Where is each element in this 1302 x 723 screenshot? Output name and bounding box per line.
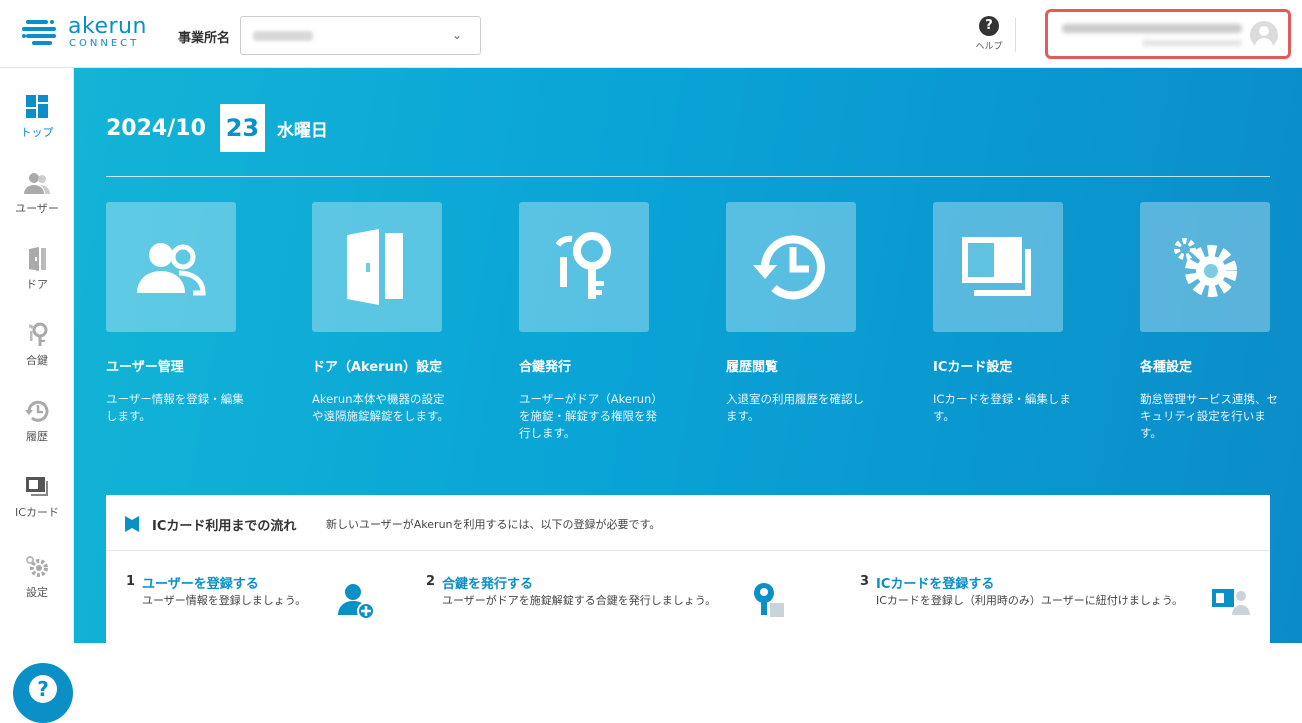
logo-word: akerun (68, 14, 147, 39)
sidebar-item-label: トップ (20, 126, 54, 139)
tile-description: ICカードを登録・編集します。 (933, 392, 1071, 423)
card-icon (962, 237, 1031, 296)
top-header: akerun CONNECT 事業所名 ⌄ ? ヘルプ (0, 0, 1302, 68)
tile-key-issue[interactable]: 合鍵発行 ユーザーがドア（Akerun）を施錠・解錠する権限を発行します。 (519, 202, 657, 442)
sidebar: トップ ユーザー ドア 合鍵 履歴 ICカード 設定 ? (0, 68, 74, 723)
office-value-redacted (253, 31, 313, 41)
dashboard-icon (23, 94, 51, 120)
floating-help-button[interactable]: ? (13, 663, 73, 723)
tile-title: ドア（Akerun）設定 (312, 360, 443, 375)
iccard-flow-card: ICカード利用までの流れ 新しいユーザーがAkerunを利用するには、以下の登録… (106, 495, 1270, 643)
flow-title: ICカード利用までの流れ (152, 519, 297, 534)
card-user-icon (1212, 589, 1250, 615)
tile-title: 履歴閲覧 (726, 360, 779, 375)
sidebar-item-door[interactable]: ドア (0, 246, 74, 306)
step-link-register-user[interactable]: ユーザーを登録する (142, 573, 259, 592)
date-day: 23 (219, 104, 265, 152)
door-icon (347, 229, 403, 305)
key-icon (23, 322, 51, 348)
step-number: 1 (126, 574, 136, 589)
user-menu[interactable] (1045, 9, 1291, 59)
sidebar-item-users[interactable]: ユーザー (0, 170, 74, 230)
add-user-icon (338, 584, 375, 620)
sidebar-item-key[interactable]: 合鍵 (0, 322, 74, 382)
user-name-redacted (1062, 24, 1242, 33)
user-sub-redacted (1142, 40, 1242, 46)
step-link-issue-key[interactable]: 合鍵を発行する (442, 573, 533, 592)
tile-icon-box (726, 202, 856, 332)
akerun-logo[interactable]: akerun CONNECT (22, 14, 146, 54)
door-icon (23, 246, 51, 272)
sidebar-item-label: ドア (26, 278, 48, 291)
tile-description: 勤怠管理サービス連携、セキュリティ設定を行います。 (1140, 392, 1278, 440)
header-divider (1015, 18, 1016, 52)
tile-settings[interactable]: 各種設定 勤怠管理サービス連携、セキュリティ設定を行います。 (1140, 202, 1278, 442)
settings-icon (1174, 238, 1237, 297)
tile-title: ユーザー管理 (106, 360, 184, 375)
sidebar-item-iccard[interactable]: ICカード (0, 474, 74, 534)
akerun-logo-mark-icon (22, 20, 56, 45)
step-text: ユーザー情報を登録しましょう。 (142, 594, 307, 607)
sidebar-item-top[interactable]: トップ (0, 94, 74, 154)
flow-subtitle: 新しいユーザーがAkerunを利用するには、以下の登録が必要です。 (326, 518, 661, 531)
sidebar-item-label: 設定 (26, 586, 48, 599)
office-select[interactable]: ⌄ (240, 16, 481, 55)
card-icon (23, 474, 51, 500)
step-link-register-iccard[interactable]: ICカードを登録する (876, 573, 994, 592)
tile-icon-box (1140, 202, 1270, 332)
help-label: ヘルプ (975, 42, 1003, 52)
settings-icon (23, 554, 51, 580)
chevron-down-icon: ⌄ (451, 28, 462, 42)
tile-icon-box (312, 202, 442, 332)
logo-sub: CONNECT (69, 38, 140, 49)
sidebar-item-label: ユーザー (15, 202, 59, 215)
step-number: 3 (860, 574, 870, 589)
tile-history[interactable]: 履歴閲覧 入退室の利用履歴を確認します。 (726, 202, 864, 425)
sidebar-item-history[interactable]: 履歴 (0, 398, 74, 458)
help-icon: ? (29, 675, 57, 703)
avatar (1250, 21, 1278, 49)
tile-description: 入退室の利用履歴を確認します。 (726, 392, 864, 423)
tile-icon-box (106, 202, 236, 332)
tile-user-management[interactable]: ユーザー管理 ユーザー情報を登録・編集します。 (106, 202, 244, 425)
tile-icon-box (519, 202, 649, 332)
tile-iccard-settings[interactable]: ICカード設定 ICカードを登録・編集します。 (933, 202, 1071, 425)
hero-divider (106, 176, 1270, 177)
tile-description: ユーザー情報を登録・編集します。 (106, 392, 244, 423)
tile-title: 各種設定 (1140, 360, 1193, 375)
flow-step: 2 合鍵を発行する ユーザーがドアを施錠解錠する合鍵を発行しましょう。 (426, 573, 846, 633)
date-year-month: 2024/10 (106, 115, 206, 141)
dashboard-hero: 2024/10 23 水曜日 ユーザー管理 ユーザー情報を登録・編集します。 ド… (74, 68, 1302, 643)
sidebar-item-label: 履歴 (26, 430, 48, 443)
key-card-icon (754, 583, 784, 617)
bookmark-icon (125, 516, 139, 532)
tile-title: 合鍵発行 (519, 360, 572, 375)
flow-card-header: ICカード利用までの流れ 新しいユーザーがAkerunを利用するには、以下の登録… (106, 495, 1270, 551)
step-text: ユーザーがドアを施錠解錠する合鍵を発行しましょう。 (442, 594, 717, 607)
date-weekday: 水曜日 (276, 120, 328, 141)
office-label: 事業所名 (178, 31, 231, 46)
tile-title: ICカード設定 (933, 360, 1013, 375)
history-icon (23, 398, 51, 424)
tile-description: Akerun本体や機器の設定や遠隔施錠解錠をします。 (312, 392, 449, 423)
flow-step: 3 ICカードを登録する ICカードを登録し（利用時のみ）ユーザーに紐付けましょ… (860, 573, 1260, 633)
key-icon (555, 232, 611, 299)
history-icon (753, 235, 825, 300)
sidebar-item-label: 合鍵 (26, 354, 48, 367)
step-text: ICカードを登録し（利用時のみ）ユーザーに紐付けましょう。 (876, 594, 1184, 607)
date-display: 2024/10 23 水曜日 (106, 104, 328, 152)
tile-icon-box (933, 202, 1063, 332)
tile-description: ユーザーがドア（Akerun）を施錠・解錠する権限を発行します。 (519, 392, 658, 440)
sidebar-item-label: ICカード (15, 506, 59, 519)
flow-step: 1 ユーザーを登録する ユーザー情報を登録しましょう。 (126, 573, 416, 633)
users-icon (23, 170, 51, 196)
step-number: 2 (426, 574, 436, 589)
users-icon (137, 243, 206, 296)
help-button[interactable]: ? ヘルプ (973, 16, 1005, 60)
tile-door-settings[interactable]: ドア（Akerun）設定 Akerun本体や機器の設定や遠隔施錠解錠をします。 (312, 202, 449, 425)
help-icon: ? (979, 16, 999, 36)
sidebar-item-settings[interactable]: 設定 (0, 554, 74, 614)
